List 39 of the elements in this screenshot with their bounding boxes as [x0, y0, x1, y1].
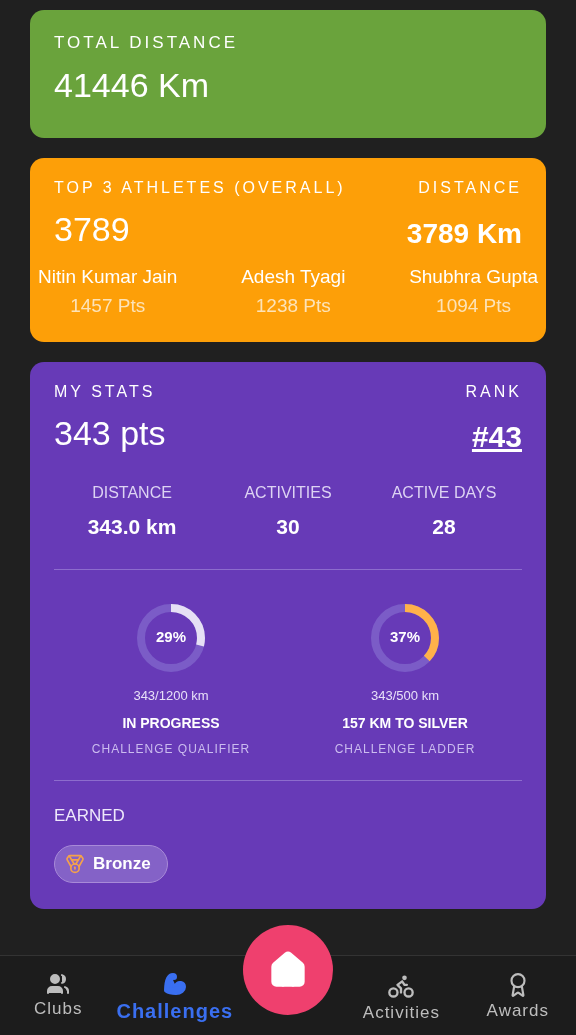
- earned-label: EARNED: [54, 805, 126, 827]
- athlete-points: 1238 Pts: [255, 293, 331, 318]
- card-label: MY STATS: [54, 382, 156, 402]
- percent-text: 37%: [389, 627, 421, 648]
- stat-value: 30: [276, 514, 300, 540]
- card-label: TOTAL DISTANCE: [54, 32, 239, 54]
- challenge-name: CHALLENGE QUALIFIER: [91, 741, 251, 758]
- points-value: 343 pts: [54, 413, 166, 454]
- progress-text: 343/500 km: [371, 686, 439, 705]
- status-text: IN PROGRESS: [122, 714, 220, 733]
- stat-label: ACTIVE DAYS: [391, 483, 497, 503]
- stat-label: ACTIVITIES: [244, 483, 332, 503]
- distance-value: 3789 Km: [406, 217, 522, 251]
- rank-label: RANK: [465, 382, 522, 402]
- nav-tab[interactable]: Challenges: [116, 956, 234, 1026]
- athlete-points: 1457 Pts: [70, 293, 146, 318]
- athlete-points: 1094 Pts: [436, 293, 512, 318]
- stat-value: 343.0 km: [87, 514, 177, 540]
- card-label: TOP 3 ATHLETES (OVERALL): [54, 178, 346, 198]
- distance-label: DISTANCE: [418, 178, 522, 198]
- athlete-name: Adesh Tyagi: [241, 265, 346, 289]
- athlete-name: Nitin Kumar Jain: [38, 265, 178, 289]
- nav-tab[interactable]: Clubs: [0, 956, 117, 1022]
- badge-label: Bronze: [93, 852, 151, 875]
- nav-tab[interactable]: Activities: [343, 956, 460, 1026]
- percent-text: 29%: [155, 627, 187, 648]
- athlete-count: 3789: [54, 209, 130, 250]
- athlete-name: Shubhra Gupta: [409, 265, 538, 289]
- group-icon: [46, 972, 71, 996]
- status-text: 157 KM TO SILVER: [342, 714, 468, 733]
- medal-icon: [65, 853, 85, 874]
- progress-text: 343/1200 km: [133, 686, 209, 705]
- total-distance-value: 41446 Km: [54, 64, 210, 106]
- nav-tab[interactable]: Awards: [459, 956, 576, 1024]
- rank-value: #43: [471, 419, 522, 455]
- stat-value: 28: [432, 514, 456, 540]
- challenge-name: CHALLENGE LADDER: [334, 741, 476, 758]
- stat-label: DISTANCE: [92, 483, 172, 503]
- biceps-icon: [162, 972, 187, 996]
